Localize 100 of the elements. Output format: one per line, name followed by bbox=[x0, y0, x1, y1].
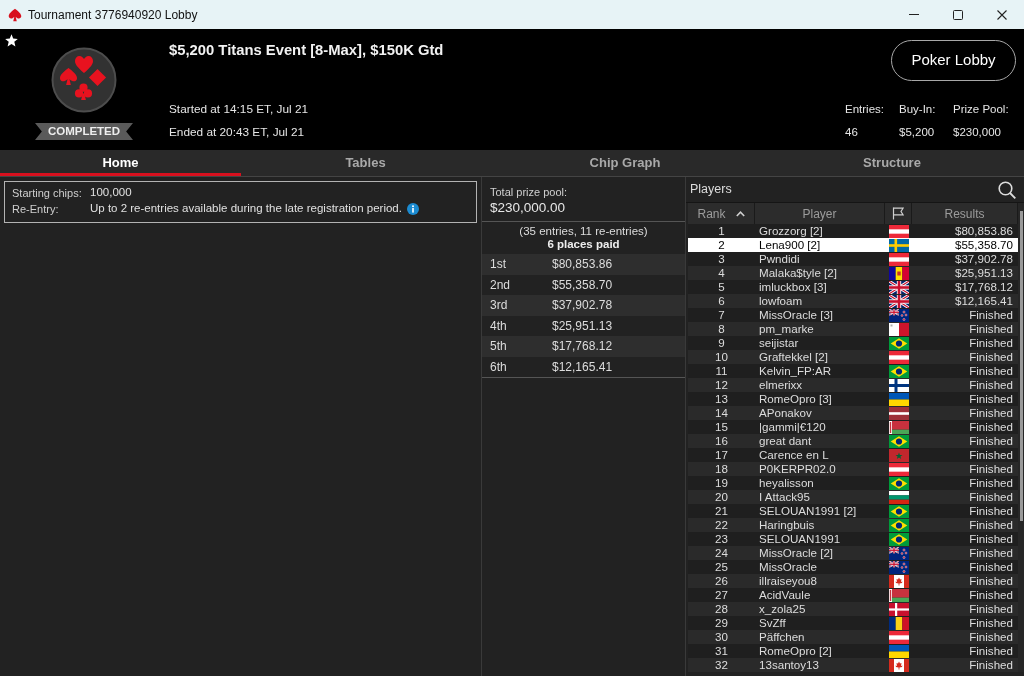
payout-amount: $12,165.41 bbox=[552, 358, 613, 376]
poker-lobby-button[interactable]: Poker Lobby bbox=[891, 40, 1016, 81]
flag-icon bbox=[888, 658, 909, 672]
table-row[interactable]: 2 Lena900 [2] $55,358.70 bbox=[688, 238, 1018, 252]
table-cell-text: P0KERPR02.0 bbox=[758, 462, 837, 476]
flag-icon bbox=[888, 476, 909, 490]
table-cell-text: Finished bbox=[968, 560, 1014, 574]
flag-icon bbox=[888, 294, 909, 308]
search-icon[interactable] bbox=[998, 180, 1016, 199]
flag-icon bbox=[888, 392, 909, 406]
table-cell-text: Finished bbox=[968, 336, 1014, 350]
table-cell-text: 1 bbox=[717, 224, 726, 238]
table-cell-text: Finished bbox=[968, 350, 1014, 364]
table-cell-text: lowfoam bbox=[758, 294, 804, 308]
star-icon[interactable] bbox=[5, 34, 18, 47]
table-cell-text: APonakov bbox=[758, 406, 813, 420]
minimize-icon bbox=[909, 14, 919, 15]
payout-place: 4th bbox=[490, 317, 508, 335]
table-row[interactable]: 4 Malaka$tyle [2] $25,951.13 bbox=[688, 266, 1018, 280]
tab[interactable]: Chip Graph bbox=[490, 150, 760, 176]
table-cell-text: SELOUAN1991 bbox=[758, 532, 842, 546]
event-title: $5,200 Titans Event [8-Max], $150K Gtd bbox=[169, 41, 444, 59]
stat-value: 46 bbox=[845, 125, 859, 140]
table-cell-text: Kelvin_FP:AR bbox=[758, 364, 833, 378]
table-row[interactable]: 10 Graftekkel [2] Finished bbox=[688, 350, 1018, 364]
table-row[interactable]: 18 P0KERPR02.0 Finished bbox=[688, 462, 1018, 476]
tab[interactable]: Structure bbox=[760, 150, 1024, 176]
table-row[interactable]: 16 great dant Finished bbox=[688, 434, 1018, 448]
table-cell-text: 9 bbox=[717, 336, 726, 350]
table-cell-text: 18 bbox=[714, 462, 729, 476]
table-row[interactable]: 24 MissOracle [2] Finished bbox=[688, 546, 1018, 560]
flag-icon bbox=[888, 308, 909, 322]
table-cell-text: SELOUAN1991 [2] bbox=[758, 504, 858, 518]
payout-amount: $17,768.12 bbox=[552, 338, 613, 356]
table-row[interactable]: 20 I Attack95 Finished bbox=[688, 490, 1018, 504]
table-row[interactable]: 28 x_zola25 Finished bbox=[688, 602, 1018, 616]
table-cell-text: Finished bbox=[968, 322, 1014, 336]
table-cell-text: MissOracle [2] bbox=[758, 546, 835, 560]
table-row[interactable]: 14 APonakov Finished bbox=[688, 406, 1018, 420]
table-cell-text: SvZff bbox=[758, 616, 787, 630]
flag-icon bbox=[888, 420, 909, 434]
flag-icon bbox=[888, 546, 909, 560]
table-cell-text: $17,768.12 bbox=[953, 280, 1014, 294]
flag-icon bbox=[892, 207, 904, 220]
table-cell-text: Lena900 [2] bbox=[758, 238, 822, 252]
flag-icon bbox=[888, 406, 909, 420]
payout-amount: $55,358.70 bbox=[552, 276, 613, 294]
table-cell-text: 8 bbox=[717, 322, 726, 336]
table-row[interactable]: 26 illraiseyou8 Finished bbox=[688, 574, 1018, 588]
table-cell-text: 2 bbox=[717, 238, 726, 252]
info-value: Up to 2 re-entries available during the late registration period. bbox=[90, 201, 402, 217]
info-label: Starting chips: bbox=[12, 185, 83, 201]
table-cell-text: 17 bbox=[714, 448, 729, 462]
table-cell-text: 28 bbox=[714, 602, 729, 616]
tab[interactable]: Home bbox=[0, 150, 241, 176]
table-cell-text: Finished bbox=[968, 434, 1014, 448]
table-cell-text: Finished bbox=[968, 378, 1014, 392]
table-cell-text: |gammi|€120 bbox=[758, 420, 827, 434]
table-cell-text: $37,902.78 bbox=[953, 252, 1014, 266]
places-paid: 6 places paid bbox=[546, 238, 621, 251]
table-cell-text: Finished bbox=[968, 644, 1014, 658]
table-cell-text: great dant bbox=[758, 434, 813, 448]
table-cell-text: 7 bbox=[717, 308, 726, 322]
table-cell-text: Carence en L bbox=[758, 448, 830, 462]
table-row[interactable]: 32 13santoy13 Finished bbox=[688, 658, 1018, 672]
payout-place: 6th bbox=[490, 358, 508, 376]
table-cell-text: Finished bbox=[968, 532, 1014, 546]
table-cell-text: Finished bbox=[968, 504, 1014, 518]
table-cell-text: Finished bbox=[968, 616, 1014, 630]
table-cell-text: 31 bbox=[714, 644, 729, 658]
table-row[interactable]: 6 lowfoam $12,165.41 bbox=[688, 294, 1018, 308]
flag-icon bbox=[888, 378, 909, 392]
info-icon[interactable] bbox=[406, 203, 419, 215]
table-cell-text: 13 bbox=[714, 392, 729, 406]
table-cell-text: Finished bbox=[968, 588, 1014, 602]
table-cell-text: 10 bbox=[714, 350, 729, 364]
table-cell-text: imluckbox [3] bbox=[758, 280, 828, 294]
table-cell-text: Pwndidi bbox=[758, 252, 801, 266]
table-row[interactable]: 30 Päffchen Finished bbox=[688, 630, 1018, 644]
table-cell-text: 13santoy13 bbox=[758, 658, 820, 672]
table-row[interactable]: 12 elmerixx Finished bbox=[688, 378, 1018, 392]
flag-icon bbox=[888, 322, 909, 336]
flag-icon bbox=[888, 518, 909, 532]
table-cell-text: AcidVaule bbox=[758, 588, 812, 602]
scrollbar[interactable] bbox=[1018, 203, 1024, 672]
table-row[interactable]: 8 pm_marke Finished bbox=[688, 322, 1018, 336]
table-cell-text: 29 bbox=[714, 616, 729, 630]
flag-icon bbox=[888, 532, 909, 546]
scrollbar-thumb[interactable] bbox=[1020, 211, 1023, 521]
payout-place: 1st bbox=[490, 256, 507, 274]
table-cell-text: 12 bbox=[714, 378, 729, 392]
tab[interactable]: Tables bbox=[241, 150, 490, 176]
table-cell-text: 6 bbox=[717, 294, 726, 308]
table-row[interactable]: 22 Haringbuis Finished bbox=[688, 518, 1018, 532]
table-cell-text: 24 bbox=[714, 546, 729, 560]
table-cell-text: 4 bbox=[717, 266, 726, 280]
table-cell-text: Finished bbox=[968, 546, 1014, 560]
table-cell-text: 23 bbox=[714, 532, 729, 546]
payout-place: 3rd bbox=[490, 297, 509, 315]
table-cell-text: Finished bbox=[968, 364, 1014, 378]
